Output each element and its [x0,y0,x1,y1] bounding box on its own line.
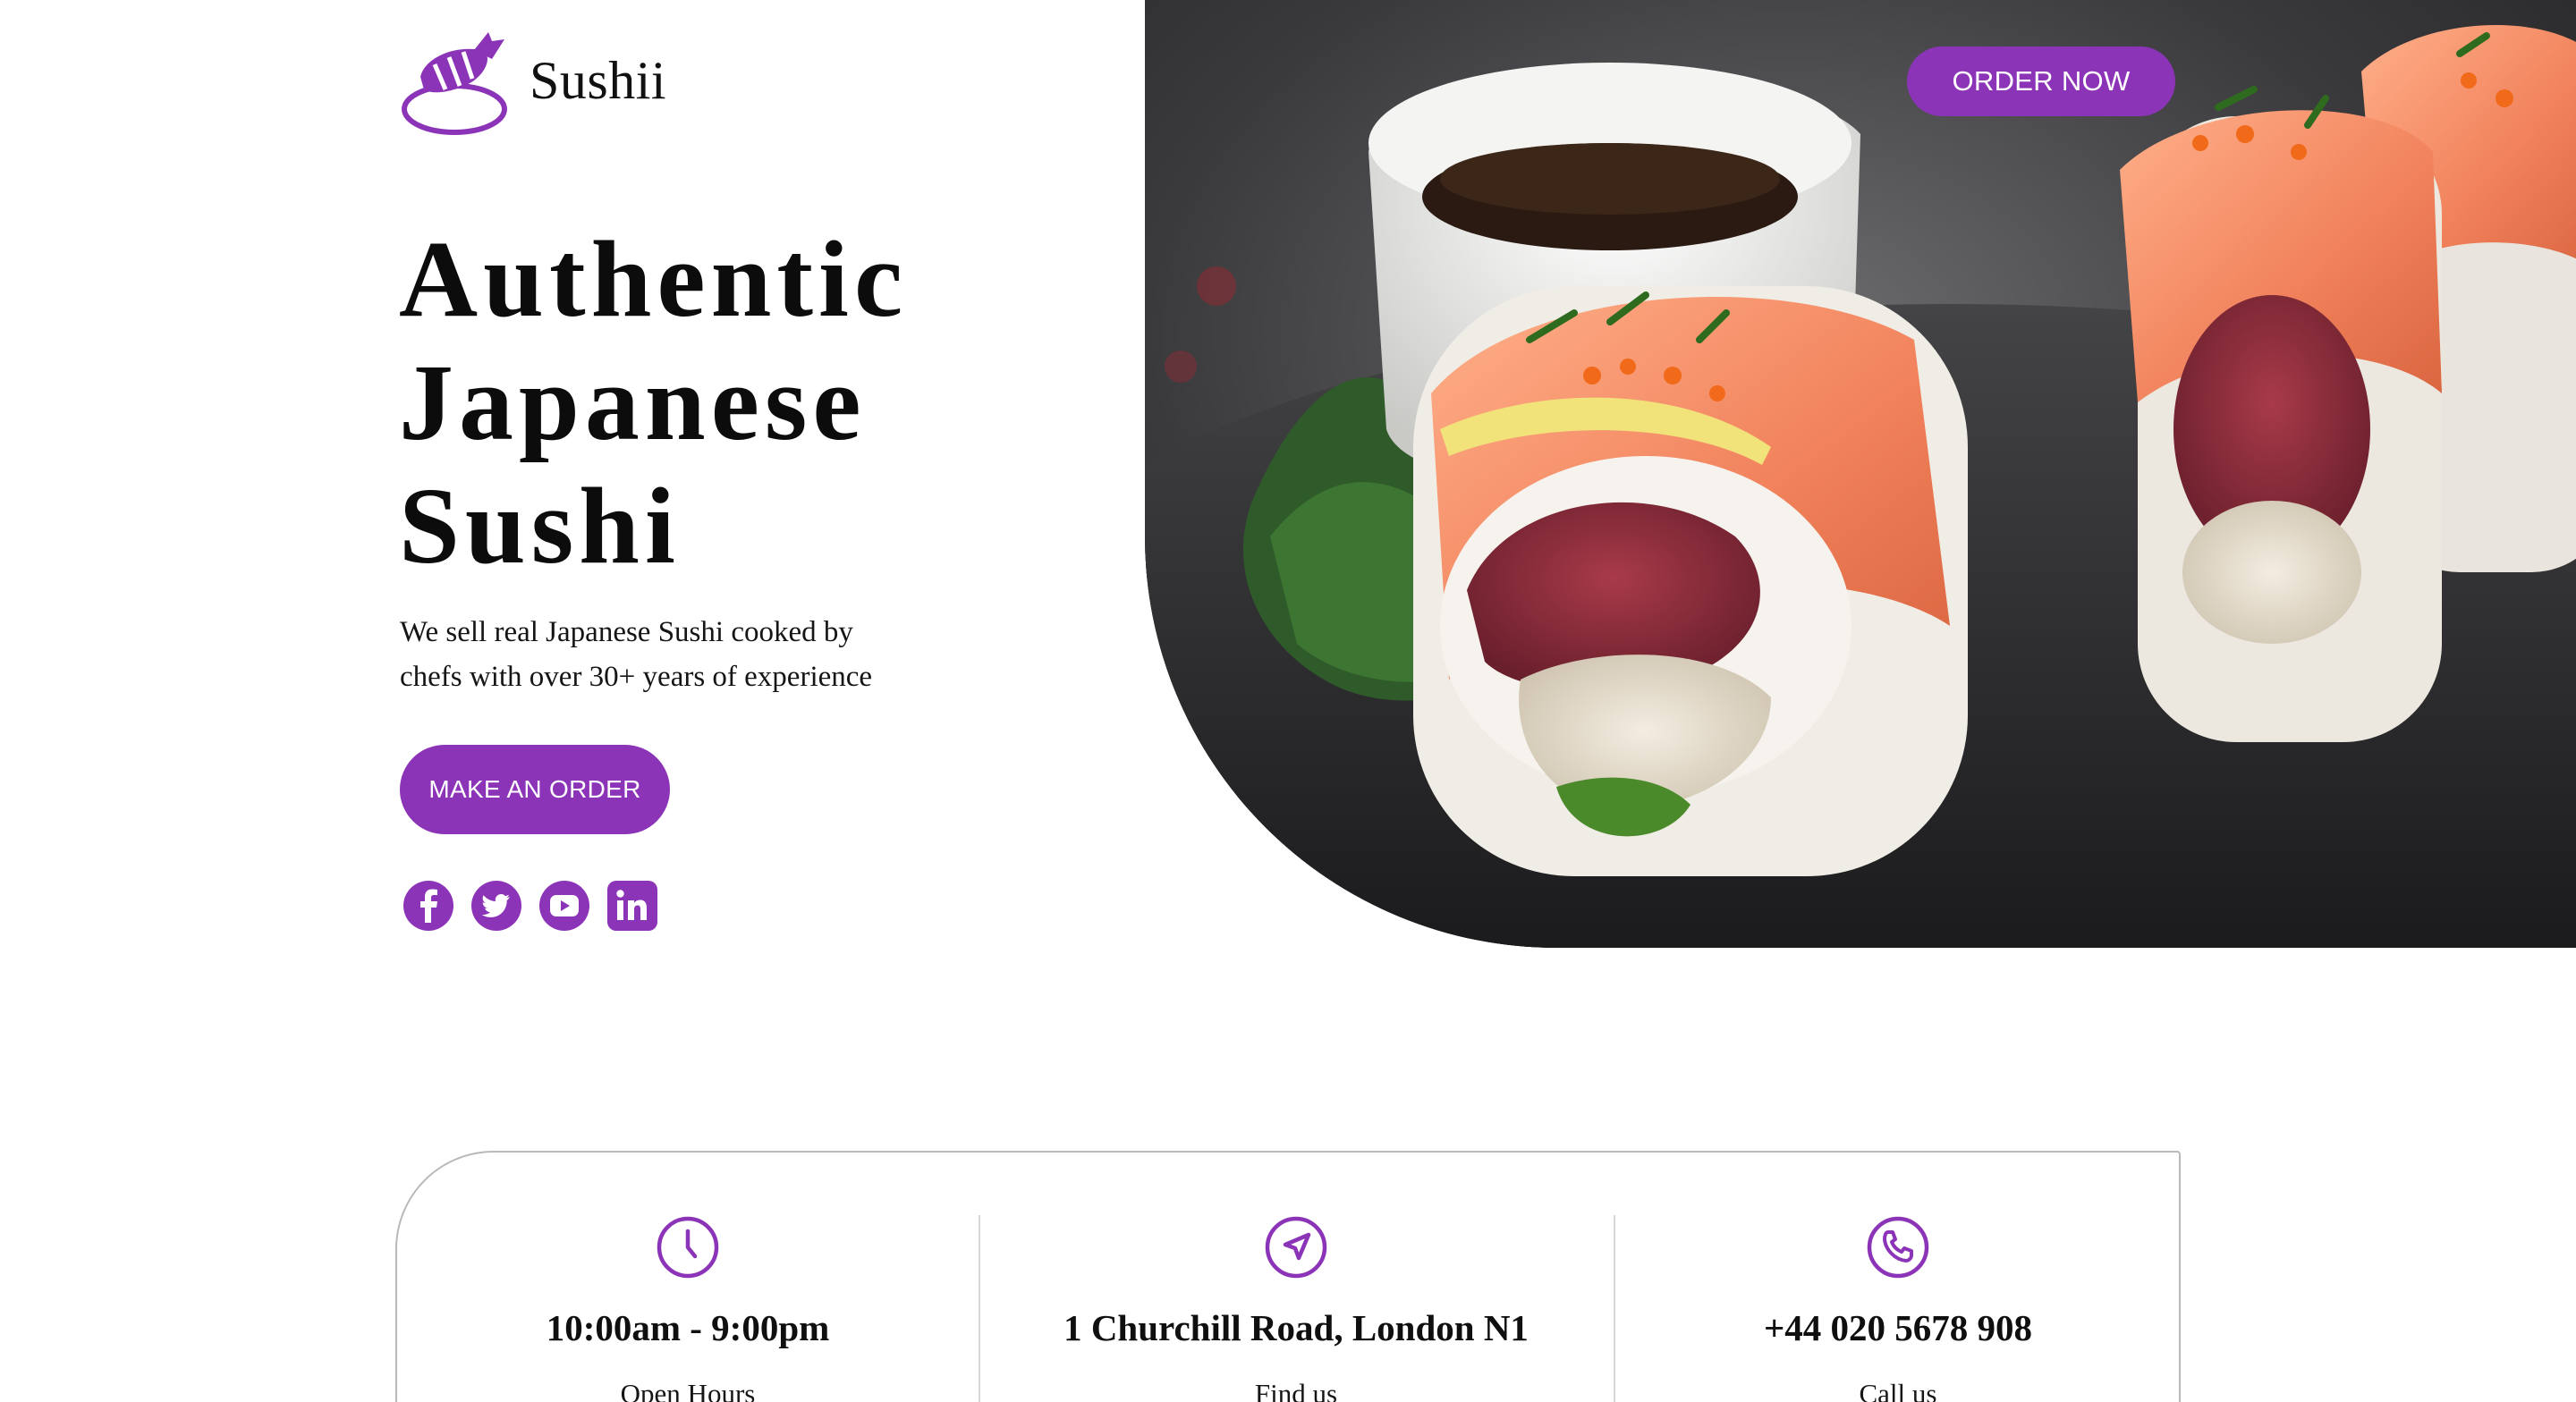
twitter-icon [471,881,521,931]
brand-name: Sushii [530,50,667,110]
info-hours: 10:00am - 9:00pm Open Hours [397,1215,979,1402]
brand-logo[interactable]: Sushii [399,23,666,138]
hero-subtitle-line: We sell real Japanese Sushi cooked by [400,616,853,648]
open-hours-value: 10:00am - 9:00pm [546,1307,830,1348]
landing-page: Sushii ORDER NOW Authentic Japanese Sush… [0,0,2576,1402]
find-us-label: Find us [1254,1378,1338,1402]
hero-subtitle-line: chefs with over 30+ years of experience [400,661,873,693]
social-links [402,880,658,932]
make-an-order-button[interactable]: MAKE AN ORDER [400,745,670,834]
hero-image [1145,0,2576,948]
facebook-icon [403,881,453,931]
order-now-button[interactable]: ORDER NOW [1907,46,2175,116]
hero-title: Authentic Japanese Sushi [399,218,971,588]
clock-icon [656,1215,720,1280]
navigation-icon [1264,1215,1328,1280]
open-hours-label: Open Hours [620,1378,756,1402]
info-card: 10:00am - 9:00pm Open Hours 1 Churchill … [395,1151,2181,1402]
hero-title-line: Japanese [399,342,867,463]
linkedin-link[interactable] [606,880,658,932]
hero-title-line: Sushi [399,466,681,587]
info-phone[interactable]: +44 020 5678 908 Call us [1614,1215,2182,1402]
youtube-icon [539,881,589,931]
address-value: 1 Churchill Road, London N1 [1063,1307,1529,1348]
linkedin-icon [607,881,657,931]
hero-title-line: Authentic [399,219,909,340]
twitter-link[interactable] [470,880,522,932]
facebook-link[interactable] [402,880,454,932]
sushi-logo-icon [399,23,510,138]
info-address[interactable]: 1 Churchill Road, London N1 Find us [979,1215,1614,1402]
call-us-label: Call us [1859,1378,1937,1402]
hero-subtitle: We sell real Japanese Sushi cooked by ch… [400,610,936,699]
youtube-link[interactable] [538,880,590,932]
phone-icon [1866,1215,1930,1280]
phone-value: +44 020 5678 908 [1763,1307,2033,1348]
sushi-rolls-photo [1145,0,2576,948]
